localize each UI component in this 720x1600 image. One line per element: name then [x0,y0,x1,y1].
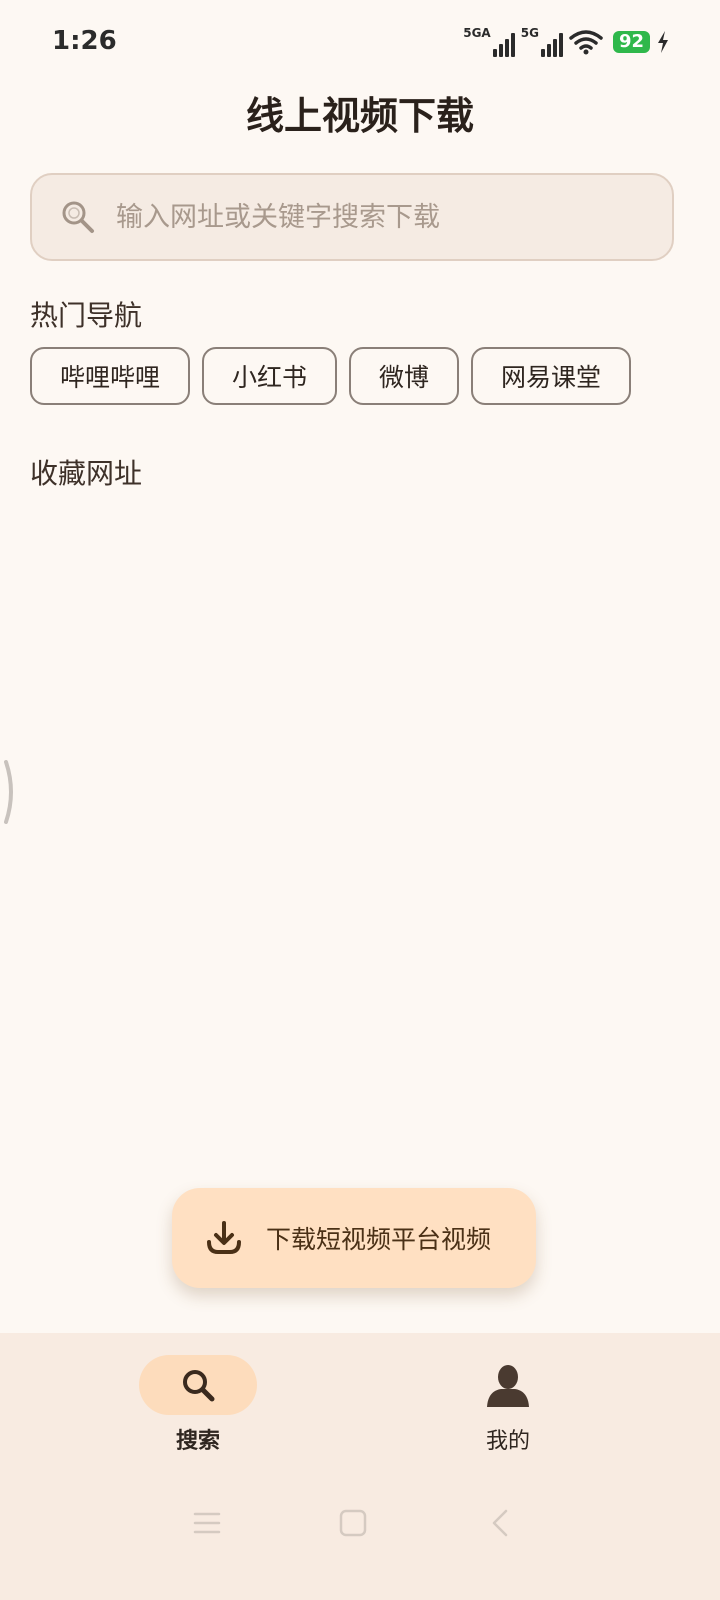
system-nav-bar [0,1498,720,1548]
wifi-icon [569,30,603,55]
back-icon[interactable] [486,1508,516,1538]
search-input[interactable] [114,200,638,234]
status-icons: 5GA 5G 92 [463,26,670,58]
hot-nav-title: 热门导航 [30,299,143,332]
nav-mine-indicator [449,1355,567,1415]
download-short-video-label: 下载短视频平台视频 [266,1225,492,1254]
home-icon[interactable] [338,1508,368,1538]
nav-search-indicator [139,1355,257,1415]
signal-5g-icon: 5G [521,27,563,57]
nav-mine[interactable]: 我的 [428,1355,588,1455]
download-short-video-button[interactable]: 下载短视频平台视频 [172,1188,536,1288]
nav-search[interactable]: 搜索 [118,1355,278,1455]
hot-nav-weibo[interactable]: 微博 [349,347,460,405]
nav-mine-label: 我的 [485,1429,530,1454]
menu-icon[interactable] [192,1508,222,1538]
search-icon [62,201,94,233]
bottom-nav: 搜索 我的 [0,1333,720,1600]
nav-search-label: 搜索 [175,1429,220,1454]
hot-nav-xiaohongshu[interactable]: 小红书 [202,347,338,405]
person-icon [487,1365,529,1407]
search-icon [183,1370,215,1402]
status-bar: 1:26 5GA 5G 92 [0,0,720,86]
hot-nav-bilibili[interactable]: 哔哩哔哩 [30,347,191,405]
search-bar[interactable] [30,173,674,261]
signal-5ga-icon: 5GA [463,27,515,57]
favorites-title: 收藏网址 [30,457,143,490]
favorites-list [30,500,690,1150]
edge-gesture-handle[interactable] [4,760,16,824]
bolt-icon [658,31,668,53]
download-icon [207,1221,241,1254]
battery-indicator: 92 [612,31,650,53]
signal-5g-label: 5G [520,26,539,40]
page-title: 线上视频下载 [245,94,474,138]
status-time: 1:26 [52,26,117,56]
hot-nav-netease-class[interactable]: 网易课堂 [471,347,632,405]
signal-5ga-label: 5GA [463,26,491,40]
hot-nav-list: 哔哩哔哩 小红书 微博 网易课堂 [30,347,632,405]
